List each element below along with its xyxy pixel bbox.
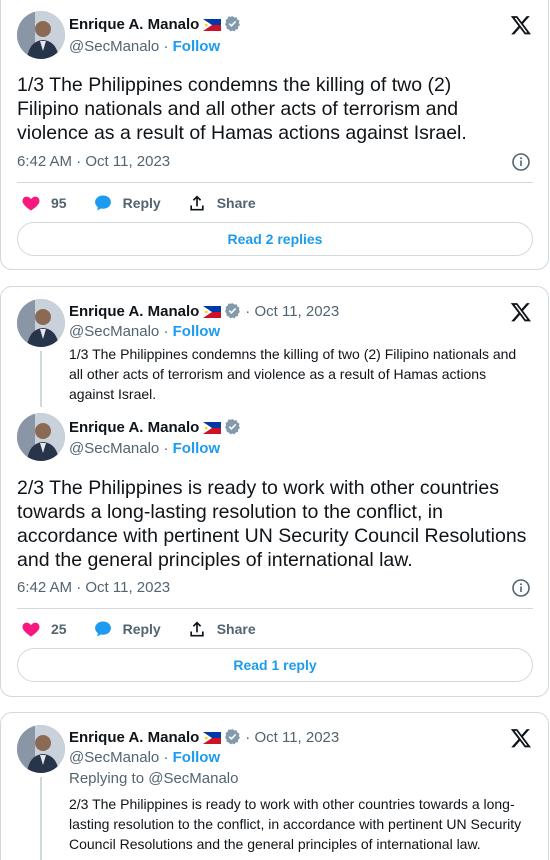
like-button[interactable]: 95 xyxy=(21,193,67,213)
heart-icon xyxy=(22,622,40,637)
x-logo-icon[interactable] xyxy=(510,727,532,749)
divider xyxy=(17,608,533,609)
author-name[interactable]: Enrique A. Manalo xyxy=(69,419,199,436)
author-handle[interactable]: @SecManalo xyxy=(69,749,159,766)
verified-badge-icon xyxy=(224,728,241,750)
action-bar: 25 Reply Share xyxy=(21,619,282,639)
share-icon xyxy=(190,195,204,211)
author-handle[interactable]: @SecManalo xyxy=(69,38,159,55)
x-logo-icon[interactable] xyxy=(510,301,532,323)
follow-button[interactable]: Follow xyxy=(173,749,221,766)
read-replies-button[interactable]: Read 1 reply xyxy=(17,648,533,682)
reply-bubble-icon xyxy=(94,621,111,637)
tweet-text: 1/3 The Philippines condemns the killing… xyxy=(17,74,467,144)
avatar[interactable] xyxy=(17,11,65,59)
tweet-card-3: Enrique A. Manalo · Oct 11, 2023 @SecMana… xyxy=(0,712,549,860)
philippines-flag-icon xyxy=(203,731,222,749)
timestamp[interactable]: 6:42 AM · Oct 11, 2023 xyxy=(17,153,170,170)
timestamp[interactable]: 6:42 AM · Oct 11, 2023 xyxy=(17,579,170,596)
reply-tweet-text: 2/3 The Philippines is ready to work wit… xyxy=(69,796,522,852)
author-handle[interactable]: @SecManalo xyxy=(69,323,159,340)
thread-line xyxy=(40,777,42,860)
info-icon[interactable] xyxy=(511,152,531,172)
avatar[interactable] xyxy=(17,299,65,347)
like-count: 25 xyxy=(51,621,67,637)
reply-bubble-icon xyxy=(94,195,111,211)
tweet-card-2: Enrique A. Manalo · Oct 11, 2023 @SecMana… xyxy=(0,286,549,697)
share-button[interactable]: Share xyxy=(187,619,256,639)
follow-button[interactable]: Follow xyxy=(173,440,221,457)
thread-line xyxy=(40,351,42,407)
divider xyxy=(17,182,533,183)
tweet-date[interactable]: · Oct 11, 2023 xyxy=(245,303,339,320)
verified-badge-icon xyxy=(224,302,241,324)
philippines-flag-icon xyxy=(203,18,222,36)
tweet-text: 2/3 The Philippines is ready to work wit… xyxy=(17,477,527,571)
verified-badge-icon xyxy=(224,418,241,440)
author-name[interactable]: Enrique A. Manalo xyxy=(69,729,199,746)
read-replies-button[interactable]: Read 2 replies xyxy=(17,222,533,256)
verified-badge-icon xyxy=(224,15,241,37)
quoted-tweet-text: 1/3 The Philippines condemns the killing… xyxy=(69,346,517,402)
tweet-date[interactable]: · Oct 11, 2023 xyxy=(245,729,339,746)
replying-to[interactable]: Replying to @SecManalo xyxy=(69,770,238,787)
avatar[interactable] xyxy=(17,725,65,773)
share-button[interactable]: Share xyxy=(187,193,256,213)
avatar[interactable] xyxy=(17,413,65,461)
philippines-flag-icon xyxy=(203,305,222,323)
x-logo-icon[interactable] xyxy=(510,14,532,36)
author-handle[interactable]: @SecManalo xyxy=(69,440,159,457)
tweet-card-1: Enrique A. Manalo @SecManalo · Follow 1/… xyxy=(0,0,549,270)
share-icon xyxy=(190,621,204,637)
info-icon[interactable] xyxy=(511,578,531,598)
action-bar: 95 Reply Share xyxy=(21,193,282,213)
author-name[interactable]: Enrique A. Manalo xyxy=(69,303,199,320)
like-count: 95 xyxy=(51,195,67,211)
follow-button[interactable]: Follow xyxy=(173,323,221,340)
philippines-flag-icon xyxy=(203,421,222,439)
like-button[interactable]: 25 xyxy=(21,619,67,639)
reply-button[interactable]: Reply xyxy=(93,619,161,639)
author-name[interactable]: Enrique A. Manalo xyxy=(69,16,199,33)
follow-button[interactable]: Follow xyxy=(173,38,221,55)
heart-icon xyxy=(22,196,40,211)
reply-button[interactable]: Reply xyxy=(93,193,161,213)
